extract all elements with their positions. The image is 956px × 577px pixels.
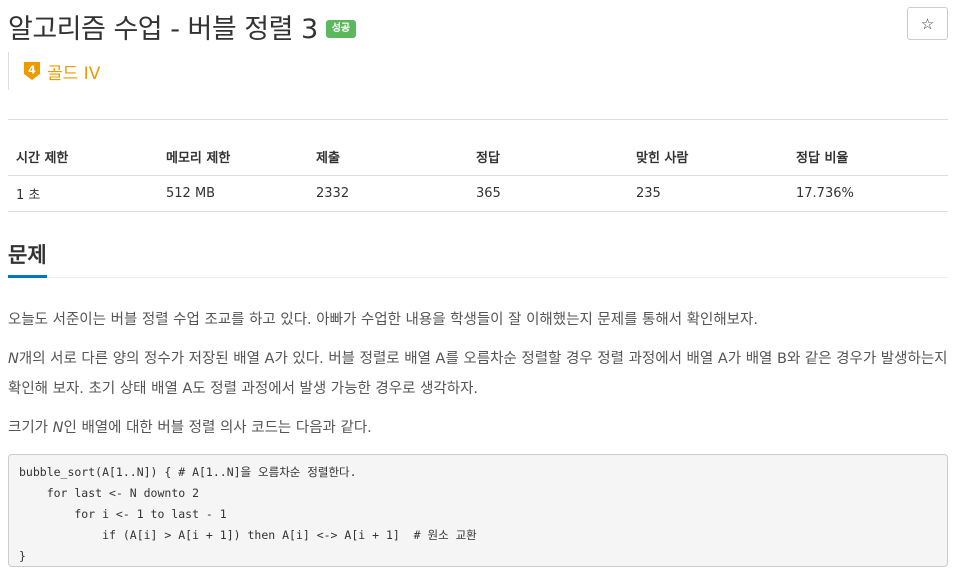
section-title: 문제: [8, 238, 47, 278]
header-time-limit: 시간 제한: [8, 139, 158, 176]
tier-indicator[interactable]: 4 골드 IV: [8, 52, 100, 90]
value-time-limit: 1 초: [8, 175, 158, 212]
value-accept-ratio: 17.736%: [788, 175, 948, 212]
problem-section-header: 문제: [8, 238, 948, 278]
header-accept-ratio: 정답 비율: [788, 139, 948, 176]
value-accepted[interactable]: 365: [468, 175, 628, 212]
title-row: 알고리즘 수업 - 버블 정렬 3 성공: [8, 6, 357, 46]
stats-divider: [8, 119, 948, 120]
variable-n: N: [8, 351, 19, 367]
header-accepted: 정답: [468, 139, 628, 176]
problem-info-table: 시간 제한 메모리 제한 제출 정답 맞힌 사람 정답 비율 1 초 512 M…: [8, 139, 948, 212]
description-paragraph-2-text: 개의 서로 다른 양의 정수가 저장된 배열 A가 있다. 버블 정렬로 배열 …: [8, 351, 948, 397]
header-solved-users: 맞힌 사람: [628, 139, 788, 176]
value-memory-limit: 512 MB: [158, 175, 308, 212]
description-paragraph-1: 오늘도 서준이는 버블 정렬 수업 조교를 하고 있다. 아빠가 수업한 내용을…: [8, 312, 758, 328]
tier-label: 골드 IV: [47, 63, 101, 84]
star-icon: ☆: [920, 14, 935, 33]
problem-description: 오늘도 서준이는 버블 정렬 수업 조교를 하고 있다. 아빠가 수업한 내용을…: [8, 305, 948, 452]
header-memory-limit: 메모리 제한: [158, 139, 308, 176]
tier-badge-icon: 4: [24, 62, 40, 80]
header-submissions: 제출: [308, 139, 468, 176]
table-header-row: 시간 제한 메모리 제한 제출 정답 맞힌 사람 정답 비율: [8, 139, 948, 176]
variable-n: N: [52, 420, 64, 436]
value-solved-users[interactable]: 235: [628, 175, 788, 212]
description-paragraph-2: N개의 서로 다른 양의 정수가 저장된 배열 A가 있다. 버블 정렬로 배열…: [8, 344, 948, 404]
value-submissions[interactable]: 2332: [308, 175, 468, 212]
tier-level: 4: [28, 64, 36, 77]
table-row: 1 초 512 MB 2332 365 235 17.736%: [8, 175, 948, 212]
description-paragraph-3-post: 인 배열에 대한 버블 정렬 의사 코드는 다음과 같다.: [63, 420, 372, 436]
page-title: 알고리즘 수업 - 버블 정렬 3: [8, 13, 318, 45]
description-paragraph-3-pre: 크기가: [8, 420, 53, 436]
description-paragraph-3: 크기가 N인 배열에 대한 버블 정렬 의사 코드는 다음과 같다.: [8, 413, 948, 443]
pseudo-code-block: bubble_sort(A[1..N]) { # A[1..N]을 오름차순 정…: [8, 454, 948, 567]
star-button[interactable]: ☆: [907, 7, 948, 40]
result-badge: 성공: [325, 20, 357, 38]
